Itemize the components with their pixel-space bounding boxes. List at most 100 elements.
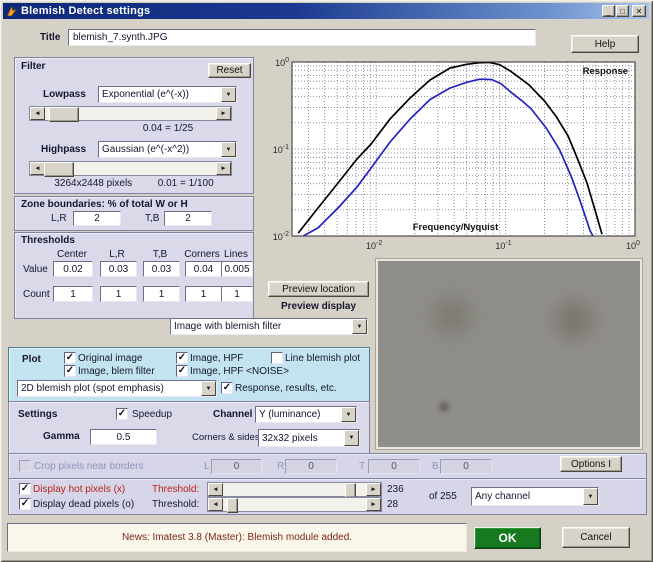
highpass-slider[interactable]: ◄ ►	[29, 161, 232, 177]
zone-boundaries-panel: Zone boundaries: % of total W or H L,R 2…	[14, 196, 254, 231]
blemish-detect-settings-window: Blemish Detect settings _ □ ✕ Title blem…	[0, 0, 653, 562]
lowpass-filter-select[interactable]: Exponential (e^(-x)) ▼	[98, 86, 237, 103]
thresholds-panel: Thresholds Center L,R T,B Corners Lines …	[14, 232, 254, 319]
crop-t-label: T	[359, 461, 366, 472]
svg-text:10-2: 10-2	[273, 231, 289, 242]
dead-threshold-value: 28	[387, 499, 399, 510]
plot-section-label: Plot	[22, 354, 41, 365]
slider-thumb[interactable]	[44, 162, 74, 177]
value-row-label: Value	[23, 264, 48, 275]
dead-threshold-label: Threshold:	[152, 499, 200, 510]
crop-panel: Crop pixels near borders L 0 R 0 T 0 B 0…	[8, 453, 647, 480]
speedup-checkbox[interactable]: ✓	[116, 408, 128, 420]
svg-text:10-2: 10-2	[366, 240, 382, 251]
display-hot-pixels-checkbox[interactable]: ✓	[19, 483, 31, 495]
threshold-value-lines[interactable]: 0.005	[221, 261, 253, 277]
threshold-value-tb[interactable]: 0.03	[143, 261, 180, 277]
threshold-count-tb[interactable]: 1	[143, 286, 180, 302]
slider-thumb[interactable]	[49, 107, 79, 122]
dropdown-arrow-icon[interactable]: ▼	[221, 142, 236, 157]
dropdown-arrow-icon[interactable]: ▼	[201, 381, 216, 396]
plot-type-select[interactable]: 2D blemish plot (spot emphasis) ▼	[17, 380, 217, 397]
image-blem-filter-checkbox[interactable]: ✓	[64, 365, 76, 377]
crop-l-input[interactable]: 0	[211, 459, 262, 474]
display-dead-pixels-checkbox[interactable]: ✓	[19, 498, 31, 510]
lowpass-readout: 0.04 = 1/25	[142, 123, 194, 134]
dropdown-arrow-icon[interactable]: ▼	[352, 319, 367, 334]
crop-t-input[interactable]: 0	[368, 459, 420, 474]
cancel-button[interactable]: Cancel	[562, 527, 630, 548]
minimize-button[interactable]: _	[602, 5, 615, 17]
settings-section-label: Settings	[18, 409, 58, 420]
highpass-filter-select[interactable]: Gaussian (e^(-x^2)) ▼	[98, 141, 237, 158]
dropdown-arrow-icon[interactable]: ▼	[583, 488, 598, 505]
dead-threshold-slider[interactable]: ◄ ►	[207, 497, 382, 513]
options-button[interactable]: Options I	[560, 456, 622, 472]
response-plot: 100 10-1 10-2 10-2 10-1 100 Response Frequency/…	[273, 57, 640, 251]
hot-threshold-slider[interactable]: ◄ ►	[207, 482, 382, 498]
slider-right-arrow-icon[interactable]: ►	[366, 498, 381, 511]
line-blemish-plot-checkbox[interactable]	[271, 352, 283, 364]
channel-select[interactable]: Y (luminance) ▼	[255, 406, 357, 423]
threshold-value-lr[interactable]: 0.03	[100, 261, 137, 277]
any-channel-select[interactable]: Any channel ▼	[471, 487, 599, 506]
original-image-checkbox[interactable]: ✓	[64, 352, 76, 364]
col-header-lines: Lines	[224, 249, 248, 260]
slider-left-arrow-icon[interactable]: ◄	[208, 483, 223, 496]
title-field-label: Title	[40, 32, 61, 43]
preview-display-select[interactable]: Image with blemish filter ▼	[170, 318, 368, 335]
slider-right-arrow-icon[interactable]: ►	[216, 107, 231, 120]
imatest-app-icon	[7, 5, 17, 17]
corners-sides-select[interactable]: 32x32 pixels ▼	[258, 429, 360, 447]
reset-button[interactable]: Reset	[208, 63, 251, 78]
slider-left-arrow-icon[interactable]: ◄	[208, 498, 223, 511]
svg-text:100: 100	[275, 57, 289, 68]
preview-location-button[interactable]: Preview location	[268, 281, 369, 297]
gamma-label: Gamma	[43, 431, 80, 442]
close-button[interactable]: ✕	[632, 5, 646, 17]
maximize-button[interactable]: □	[616, 5, 629, 17]
highpass-readout-row: 3264x2448 pixels 0.01 = 1/100	[15, 178, 253, 189]
dropdown-arrow-icon[interactable]: ▼	[344, 430, 359, 446]
threshold-count-lr[interactable]: 1	[100, 286, 137, 302]
lowpass-slider[interactable]: ◄ ►	[29, 106, 232, 122]
title-input[interactable]: blemish_7.synth.JPG	[68, 29, 536, 46]
slider-left-arrow-icon[interactable]: ◄	[30, 107, 45, 120]
slider-right-arrow-icon[interactable]: ►	[366, 483, 381, 496]
threshold-value-center[interactable]: 0.02	[53, 261, 93, 277]
col-header-tb: T,B	[152, 249, 168, 260]
plot-type-value: 2D blemish plot (spot emphasis)	[21, 383, 164, 394]
slider-left-arrow-icon[interactable]: ◄	[30, 162, 45, 175]
threshold-count-lines[interactable]: 1	[221, 286, 253, 302]
response-results-checkbox[interactable]: ✓	[221, 382, 233, 394]
slider-right-arrow-icon[interactable]: ►	[216, 162, 231, 175]
lowpass-label: Lowpass	[43, 89, 86, 100]
image-hpf-checkbox[interactable]: ✓	[176, 352, 188, 364]
image-hpf-noise-checkbox[interactable]: ✓	[176, 365, 188, 377]
crop-pixels-checkbox[interactable]	[19, 460, 31, 472]
ok-button[interactable]: OK	[474, 527, 541, 549]
threshold-value-corners[interactable]: 0.04	[185, 261, 222, 277]
highpass-label: Highpass	[41, 144, 87, 155]
crop-r-input[interactable]: 0	[285, 459, 337, 474]
dropdown-arrow-icon[interactable]: ▼	[221, 87, 236, 102]
zone-tb-input[interactable]: 2	[164, 211, 212, 226]
zone-tb-label: T,B	[145, 213, 160, 224]
gamma-input[interactable]: 0.5	[90, 429, 157, 445]
hot-threshold-label: Threshold:	[152, 484, 200, 495]
svg-text:Response: Response	[583, 66, 628, 77]
zone-lr-input[interactable]: 2	[73, 211, 121, 226]
threshold-count-center[interactable]: 1	[53, 286, 93, 302]
crop-l-label: L	[204, 461, 210, 472]
response-results-label: Response, results, etc.	[235, 383, 337, 394]
slider-thumb[interactable]	[345, 483, 356, 498]
dropdown-arrow-icon[interactable]: ▼	[341, 407, 356, 422]
any-channel-value: Any channel	[475, 491, 531, 502]
highpass-filter-value: Gaussian (e^(-x^2))	[102, 144, 190, 155]
crop-b-input[interactable]: 0	[440, 459, 492, 474]
slider-thumb[interactable]	[227, 498, 238, 513]
corners-sides-value: 32x32 pixels	[262, 432, 318, 444]
title-input-value: blemish_7.synth.JPG	[73, 32, 168, 43]
title-bar[interactable]: Blemish Detect settings	[3, 3, 649, 19]
threshold-count-corners[interactable]: 1	[185, 286, 222, 302]
